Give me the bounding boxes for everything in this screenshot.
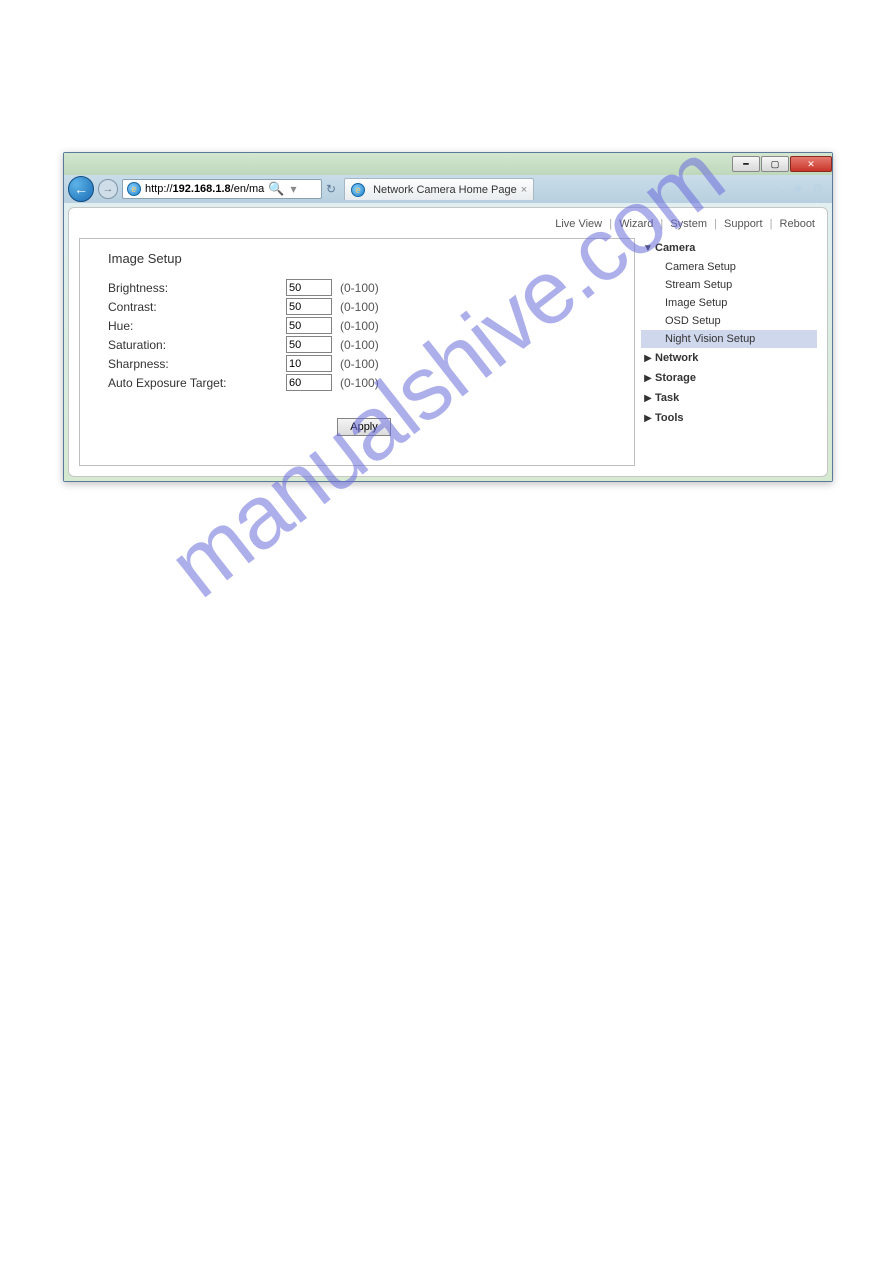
row-hue: Hue: (0-100) (108, 316, 620, 335)
cat-network[interactable]: ▶ Network (641, 348, 817, 368)
forward-arrow-icon: → (103, 183, 114, 195)
range-hue: (0-100) (340, 319, 379, 333)
cat-storage-label: Storage (655, 372, 696, 384)
input-sharpness[interactable] (286, 355, 332, 372)
input-hue[interactable] (286, 317, 332, 334)
nav-wizard[interactable]: Wizard (619, 218, 653, 230)
main-panel: Image Setup Brightness: (0-100) Contrast… (79, 238, 635, 466)
cat-camera[interactable]: ▼ Camera (641, 238, 817, 258)
cat-task-label: Task (655, 392, 679, 404)
caret-right-icon: ▶ (641, 413, 655, 424)
browser-window: ━ ▢ ✕ ← → e http://192.168.1.8/en/ma 🔍 ▾… (63, 152, 833, 482)
range-brightness: (0-100) (340, 281, 379, 295)
cat-tools[interactable]: ▶ Tools (641, 408, 817, 428)
sub-night-vision-setup[interactable]: Night Vision Setup (641, 330, 817, 348)
label-brightness: Brightness: (108, 281, 286, 295)
browser-nav-bar: ← → e http://192.168.1.8/en/ma 🔍 ▾ ↻ e N… (64, 175, 832, 203)
nav-live-view[interactable]: Live View (555, 218, 602, 230)
close-button[interactable]: ✕ (790, 156, 832, 172)
window-titlebar: ━ ▢ ✕ (64, 153, 832, 175)
favorites-icon[interactable]: ★ (791, 182, 805, 196)
page-title: Image Setup (108, 251, 620, 266)
side-nav: ▼ Camera Camera Setup Stream Setup Image… (641, 238, 817, 466)
separator: | (609, 218, 612, 230)
label-hue: Hue: (108, 319, 286, 333)
page: Live View | Wizard | System | Support | … (68, 207, 828, 477)
back-button[interactable]: ← (68, 176, 94, 202)
separator: | (770, 218, 773, 230)
range-auto-exposure: (0-100) (340, 376, 379, 390)
range-sharpness: (0-100) (340, 357, 379, 371)
forward-button[interactable]: → (98, 179, 118, 199)
tools-gear-icon[interactable]: ⚙ (811, 182, 825, 196)
back-arrow-icon: ← (74, 181, 88, 197)
top-nav: Live View | Wizard | System | Support | … (79, 214, 817, 238)
range-saturation: (0-100) (340, 338, 379, 352)
cat-camera-label: Camera (655, 242, 695, 254)
refresh-button[interactable]: ↻ (326, 182, 336, 196)
nav-support[interactable]: Support (724, 218, 763, 230)
nav-reboot[interactable]: Reboot (780, 218, 815, 230)
window-controls: ━ ▢ ✕ (731, 153, 832, 175)
row-auto-exposure: Auto Exposure Target: (0-100) (108, 373, 620, 392)
label-saturation: Saturation: (108, 338, 286, 352)
range-contrast: (0-100) (340, 300, 379, 314)
row-saturation: Saturation: (0-100) (108, 335, 620, 354)
input-auto-exposure[interactable] (286, 374, 332, 391)
sub-stream-setup[interactable]: Stream Setup (641, 276, 817, 294)
titlebar-blur (64, 153, 731, 175)
home-icon[interactable]: ⌂ (771, 182, 785, 196)
row-contrast: Contrast: (0-100) (108, 297, 620, 316)
nav-system[interactable]: System (670, 218, 707, 230)
caret-down-icon: ▼ (641, 243, 655, 254)
minimize-button[interactable]: ━ (732, 156, 760, 172)
caret-right-icon: ▶ (641, 353, 655, 364)
content-frame: Live View | Wizard | System | Support | … (64, 203, 832, 481)
label-contrast: Contrast: (108, 300, 286, 314)
maximize-button[interactable]: ▢ (761, 156, 789, 172)
label-auto-exposure: Auto Exposure Target: (108, 376, 286, 390)
ie-icon: e (127, 182, 141, 196)
input-brightness[interactable] (286, 279, 332, 296)
caret-right-icon: ▶ (641, 393, 655, 404)
sub-osd-setup[interactable]: OSD Setup (641, 312, 817, 330)
input-saturation[interactable] (286, 336, 332, 353)
search-icon[interactable]: 🔍 (268, 181, 284, 197)
sub-image-setup[interactable]: Image Setup (641, 294, 817, 312)
row-sharpness: Sharpness: (0-100) (108, 354, 620, 373)
address-bar[interactable]: e http://192.168.1.8/en/ma 🔍 ▾ (122, 179, 322, 199)
cat-storage[interactable]: ▶ Storage (641, 368, 817, 388)
cat-tools-label: Tools (655, 412, 684, 424)
cat-task[interactable]: ▶ Task (641, 388, 817, 408)
browser-tab[interactable]: e Network Camera Home Page × (344, 178, 534, 200)
separator: | (714, 218, 717, 230)
dropdown-icon[interactable]: ▾ (290, 182, 296, 196)
tab-title: Network Camera Home Page (373, 184, 517, 196)
label-sharpness: Sharpness: (108, 357, 286, 371)
sub-camera-setup[interactable]: Camera Setup (641, 258, 817, 276)
cat-network-label: Network (655, 352, 698, 364)
input-contrast[interactable] (286, 298, 332, 315)
ie-icon: e (351, 183, 365, 197)
caret-right-icon: ▶ (641, 373, 655, 384)
address-text: http://192.168.1.8/en/ma (145, 183, 264, 195)
apply-button[interactable]: Apply (337, 418, 391, 436)
separator: | (660, 218, 663, 230)
row-brightness: Brightness: (0-100) (108, 278, 620, 297)
tab-close-icon[interactable]: × (521, 184, 527, 196)
